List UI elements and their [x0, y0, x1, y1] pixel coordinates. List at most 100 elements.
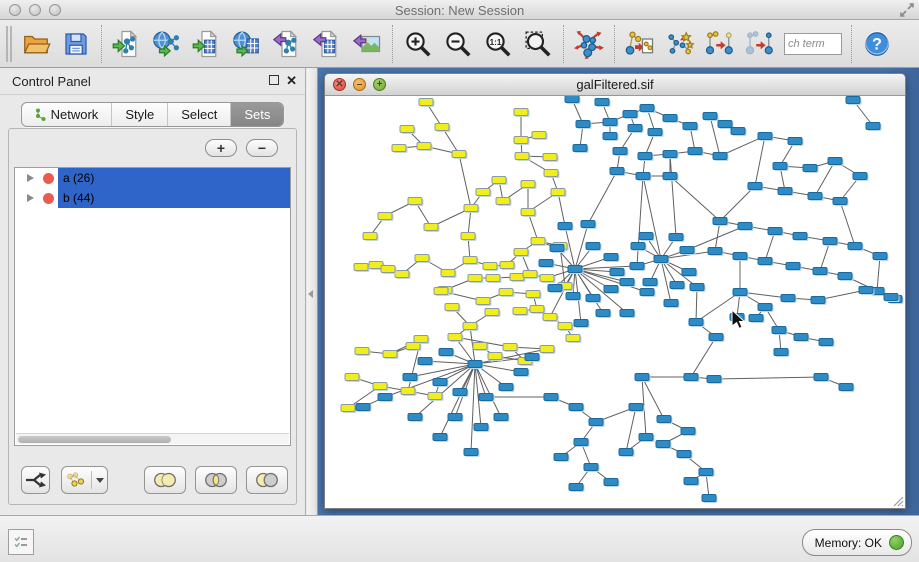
sets-toolbar	[21, 465, 288, 495]
toolbar-separator	[851, 25, 852, 63]
save-floppy-icon	[61, 29, 91, 59]
control-panel-title: Control Panel	[12, 74, 91, 89]
network-window-titlebar[interactable]: ✕ – + galFiltered.sif	[325, 74, 905, 96]
import-network-file-button[interactable]	[107, 24, 147, 64]
export-image-button[interactable]	[347, 24, 387, 64]
new-network-from-selection-button[interactable]	[620, 24, 660, 64]
expand-triangle-icon[interactable]	[27, 174, 34, 182]
toolbar-separator	[614, 25, 615, 63]
create-set-dropdown-button[interactable]	[61, 466, 108, 494]
svg-text:?: ?	[872, 35, 882, 53]
tab-style[interactable]: Style	[111, 103, 167, 126]
yellow-network-icon	[66, 472, 86, 488]
set-color-dot-icon	[43, 173, 54, 184]
split-set-button[interactable]	[21, 466, 50, 494]
task-list-icon	[13, 534, 29, 550]
difference-sets-button[interactable]	[246, 466, 288, 494]
sets-panel: + − a (26) b (44)	[8, 128, 297, 505]
set-label: a (26)	[58, 168, 290, 188]
intersect-sets-button[interactable]	[195, 466, 237, 494]
tab-select-label: Select	[181, 107, 217, 122]
import-table-url-icon	[232, 29, 262, 59]
split-arrows-icon	[24, 471, 48, 489]
zoom-in-button[interactable]	[398, 24, 438, 64]
show-all-icon	[745, 29, 775, 59]
add-set-button[interactable]: +	[205, 139, 237, 157]
fullscreen-icon[interactable]	[900, 3, 914, 17]
tab-select[interactable]: Select	[167, 103, 230, 126]
tab-sets[interactable]: Sets	[230, 103, 283, 126]
hide-selected-icon	[705, 29, 735, 59]
hide-selected-button[interactable]	[700, 24, 740, 64]
panel-splitter[interactable]	[307, 68, 318, 515]
import-table-url-button[interactable]	[227, 24, 267, 64]
control-panel-tabs: Network Style Select Sets	[0, 102, 305, 127]
import-table-file-button[interactable]	[187, 24, 227, 64]
set-label: b (44)	[58, 188, 290, 208]
export-network-button[interactable]	[267, 24, 307, 64]
list-item-set-b[interactable]: b (44)	[15, 188, 290, 208]
control-panel-header: Control Panel ✕	[0, 68, 305, 95]
collapse-arrow-icon[interactable]	[308, 290, 313, 298]
horizontal-scrollbar[interactable]	[16, 433, 289, 444]
network-graph[interactable]	[325, 96, 905, 508]
tab-sets-label: Sets	[244, 107, 270, 122]
chevron-down-icon	[96, 478, 104, 483]
memory-status-button[interactable]: Memory: OK	[802, 529, 912, 556]
memory-ok-indicator	[889, 535, 904, 550]
help-button[interactable]: ?	[857, 24, 897, 64]
float-panel-icon[interactable]	[269, 75, 279, 85]
select-first-neighbors-button[interactable]	[660, 24, 700, 64]
zoom-in-icon	[403, 29, 433, 59]
open-session-button[interactable]	[16, 24, 56, 64]
search-input[interactable]	[784, 33, 842, 55]
combo-divider	[91, 471, 92, 489]
control-panel: Control Panel ✕ Network Style Select Set…	[0, 68, 306, 515]
layout-icon	[574, 29, 604, 59]
memory-status-label: Memory: OK	[815, 536, 882, 550]
zoom-fit-button[interactable]: 1:1	[478, 24, 518, 64]
import-network-url-button[interactable]	[147, 24, 187, 64]
show-all-button[interactable]	[740, 24, 780, 64]
zoom-out-button[interactable]	[438, 24, 478, 64]
resize-grip-icon[interactable]	[892, 495, 904, 507]
tab-network[interactable]: Network	[22, 103, 112, 126]
export-network-icon	[272, 29, 302, 59]
sets-list: a (26) b (44)	[14, 167, 291, 446]
status-bar: Memory: OK	[0, 515, 919, 562]
save-session-button[interactable]	[56, 24, 96, 64]
toolbar-drag-handle[interactable]	[6, 26, 12, 62]
toolbar-separator	[101, 25, 102, 63]
import-network-file-icon	[112, 29, 142, 59]
zoom-selected-button[interactable]	[518, 24, 558, 64]
apply-layout-button[interactable]	[569, 24, 609, 64]
task-history-button[interactable]	[8, 529, 34, 555]
select-first-neighbors-icon	[665, 29, 695, 59]
import-network-url-icon	[152, 29, 182, 59]
export-table-button[interactable]	[307, 24, 347, 64]
network-desktop: ✕ – + galFiltered.sif	[318, 68, 919, 515]
remove-set-button[interactable]: −	[246, 139, 278, 157]
network-tab-icon	[35, 108, 46, 121]
toolbar-separator	[563, 25, 564, 63]
window-title: Session: New Session	[0, 3, 919, 18]
list-item-set-a[interactable]: a (26)	[15, 168, 290, 188]
close-panel-icon[interactable]: ✕	[286, 73, 297, 89]
union-sets-button[interactable]	[144, 466, 186, 494]
main-toolbar: 1:1	[0, 20, 919, 68]
venn-intersection-icon	[202, 471, 230, 489]
set-color-dot-icon	[43, 193, 54, 204]
scrollbar-thumb[interactable]	[18, 436, 171, 443]
export-table-icon	[312, 29, 342, 59]
expand-triangle-icon[interactable]	[27, 194, 34, 202]
toolbar-separator	[392, 25, 393, 63]
network-canvas[interactable]	[325, 96, 905, 508]
tab-style-label: Style	[125, 107, 154, 122]
venn-difference-icon	[253, 471, 281, 489]
svg-text:1:1: 1:1	[490, 37, 502, 46]
new-network-from-selection-icon	[625, 29, 655, 59]
export-image-icon	[352, 29, 382, 59]
zoom-out-icon	[443, 29, 473, 59]
zoom-selected-icon	[523, 29, 553, 59]
window-titlebar: Session: New Session	[0, 0, 919, 20]
